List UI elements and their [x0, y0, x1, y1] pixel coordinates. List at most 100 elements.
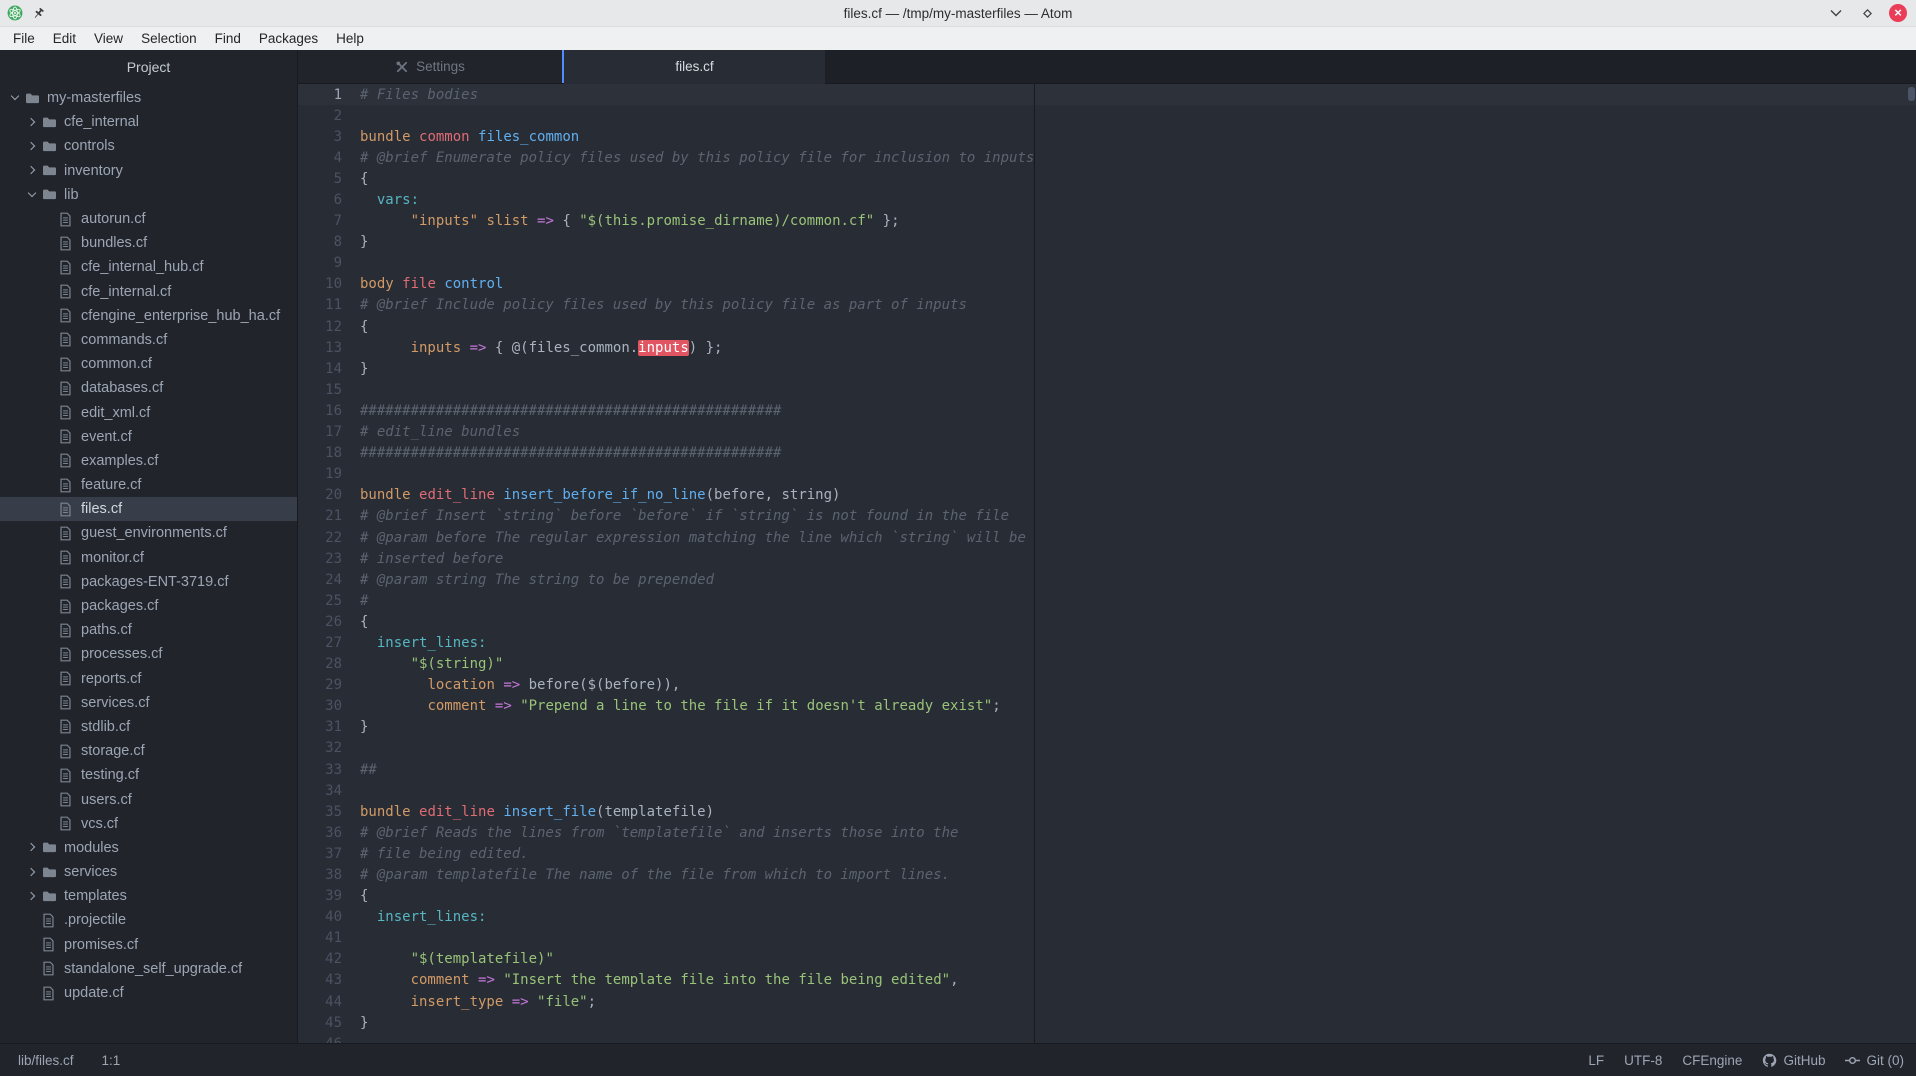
menu-selection[interactable]: Selection [132, 29, 206, 48]
code-line-18[interactable]: 18######################################… [298, 443, 1034, 464]
chevron-right-icon[interactable] [27, 843, 37, 853]
line-number[interactable]: 34 [298, 783, 358, 799]
menu-file[interactable]: File [4, 29, 44, 48]
line-number[interactable]: 15 [298, 382, 358, 398]
tree-item-vcs-cf[interactable]: vcs.cf [0, 812, 297, 836]
status-encoding[interactable]: UTF-8 [1624, 1053, 1662, 1068]
text-editor[interactable]: 1# Files bodies23bundle common files_com… [298, 84, 1035, 1043]
tree-item-databases-cf[interactable]: databases.cf [0, 376, 297, 400]
code-line-38[interactable]: 38# @param templatefile The name of the … [298, 864, 1034, 885]
maximize-button[interactable] [1858, 4, 1876, 22]
dock-tab-project[interactable]: Project [0, 50, 297, 84]
line-number[interactable]: 11 [298, 297, 358, 313]
tree-item--projectile[interactable]: .projectile [0, 908, 297, 932]
line-number[interactable]: 16 [298, 403, 358, 419]
tree-item-autorun-cf[interactable]: autorun.cf [0, 207, 297, 231]
menu-edit[interactable]: Edit [44, 29, 85, 48]
line-number[interactable]: 8 [298, 234, 358, 250]
line-number[interactable]: 2 [298, 108, 358, 124]
code-line-39[interactable]: 39{ [298, 886, 1034, 907]
line-number[interactable]: 43 [298, 972, 358, 988]
tab-settings[interactable]: Settings [298, 50, 562, 83]
close-button[interactable]: × [1889, 4, 1907, 22]
pin-icon[interactable] [32, 7, 45, 20]
line-number[interactable]: 29 [298, 677, 358, 693]
chevron-right-icon[interactable] [27, 867, 37, 877]
tree-item-cfe-internal[interactable]: cfe_internal [0, 110, 297, 134]
code-line-16[interactable]: 16######################################… [298, 400, 1034, 421]
line-number[interactable]: 24 [298, 572, 358, 588]
code-line-44[interactable]: 44 insert_type => "file"; [298, 991, 1034, 1012]
line-number[interactable]: 10 [298, 276, 358, 292]
tree-item-feature-cf[interactable]: feature.cf [0, 473, 297, 497]
line-number[interactable]: 44 [298, 994, 358, 1010]
code-line-46[interactable]: 46 [298, 1033, 1034, 1043]
code-line-13[interactable]: 13 inputs => { @(files_common.inputs) }; [298, 337, 1034, 358]
tree-item-examples-cf[interactable]: examples.cf [0, 449, 297, 473]
code-line-35[interactable]: 35bundle edit_line insert_file(templatef… [298, 801, 1034, 822]
code-line-40[interactable]: 40 insert_lines: [298, 907, 1034, 928]
code-line-4[interactable]: 4# @brief Enumerate policy files used by… [298, 147, 1034, 168]
tree-item-files-cf[interactable]: files.cf [0, 497, 297, 521]
line-number[interactable]: 20 [298, 487, 358, 503]
line-number[interactable]: 22 [298, 530, 358, 546]
tree-item-services-cf[interactable]: services.cf [0, 691, 297, 715]
code-line-25[interactable]: 25# [298, 590, 1034, 611]
code-line-3[interactable]: 3bundle common files_common [298, 126, 1034, 147]
menu-view[interactable]: View [85, 29, 132, 48]
tree-item-processes-cf[interactable]: processes.cf [0, 642, 297, 666]
tree-item-common-cf[interactable]: common.cf [0, 352, 297, 376]
line-number[interactable]: 14 [298, 361, 358, 377]
line-number[interactable]: 18 [298, 445, 358, 461]
chevron-down-icon[interactable] [10, 93, 20, 103]
code-line-31[interactable]: 31} [298, 717, 1034, 738]
chevron-right-icon[interactable] [27, 141, 37, 151]
line-number[interactable]: 38 [298, 867, 358, 883]
code-line-27[interactable]: 27 insert_lines: [298, 632, 1034, 653]
line-number[interactable]: 35 [298, 804, 358, 820]
tree-item-edit-xml-cf[interactable]: edit_xml.cf [0, 400, 297, 424]
line-number[interactable]: 1 [298, 87, 358, 103]
code-line-10[interactable]: 10body file control [298, 274, 1034, 295]
tree-item-cfengine-enterprise-hub-ha-cf[interactable]: cfengine_enterprise_hub_ha.cf [0, 304, 297, 328]
tree-item-event-cf[interactable]: event.cf [0, 425, 297, 449]
line-number[interactable]: 25 [298, 593, 358, 609]
line-number[interactable]: 30 [298, 698, 358, 714]
tree-item-modules[interactable]: modules [0, 836, 297, 860]
code-line-5[interactable]: 5{ [298, 168, 1034, 189]
menu-find[interactable]: Find [206, 29, 250, 48]
tree-item-templates[interactable]: templates [0, 884, 297, 908]
code-line-20[interactable]: 20bundle edit_line insert_before_if_no_l… [298, 485, 1034, 506]
code-line-41[interactable]: 41 [298, 928, 1034, 949]
line-number[interactable]: 17 [298, 424, 358, 440]
line-number[interactable]: 28 [298, 656, 358, 672]
tree-item-storage-cf[interactable]: storage.cf [0, 739, 297, 763]
tree-item-reports-cf[interactable]: reports.cf [0, 667, 297, 691]
code-line-33[interactable]: 33## [298, 759, 1034, 780]
code-line-28[interactable]: 28 "$(string)" [298, 654, 1034, 675]
line-number[interactable]: 46 [298, 1036, 358, 1043]
line-number[interactable]: 12 [298, 319, 358, 335]
menu-help[interactable]: Help [327, 29, 373, 48]
line-number[interactable]: 40 [298, 909, 358, 925]
line-number[interactable]: 33 [298, 762, 358, 778]
tree-item-standalone-self-upgrade-cf[interactable]: standalone_self_upgrade.cf [0, 957, 297, 981]
tree-item-stdlib-cf[interactable]: stdlib.cf [0, 715, 297, 739]
line-number[interactable]: 21 [298, 508, 358, 524]
code-line-42[interactable]: 42 "$(templatefile)" [298, 949, 1034, 970]
tab-files-cf[interactable]: files.cf [564, 50, 825, 83]
tree-item-paths-cf[interactable]: paths.cf [0, 618, 297, 642]
tree-item-promises-cf[interactable]: promises.cf [0, 933, 297, 957]
code-line-26[interactable]: 26{ [298, 611, 1034, 632]
tree-item-bundles-cf[interactable]: bundles.cf [0, 231, 297, 255]
line-number[interactable]: 3 [298, 129, 358, 145]
line-number[interactable]: 39 [298, 888, 358, 904]
code-line-9[interactable]: 9 [298, 253, 1034, 274]
code-line-11[interactable]: 11# @brief Include policy files used by … [298, 295, 1034, 316]
tree-item-controls[interactable]: controls [0, 134, 297, 158]
tree-item-inventory[interactable]: inventory [0, 159, 297, 183]
code-line-43[interactable]: 43 comment => "Insert the template file … [298, 970, 1034, 991]
chevron-right-icon[interactable] [27, 891, 37, 901]
status-cursor-position[interactable]: 1:1 [102, 1053, 121, 1068]
line-number[interactable]: 37 [298, 846, 358, 862]
